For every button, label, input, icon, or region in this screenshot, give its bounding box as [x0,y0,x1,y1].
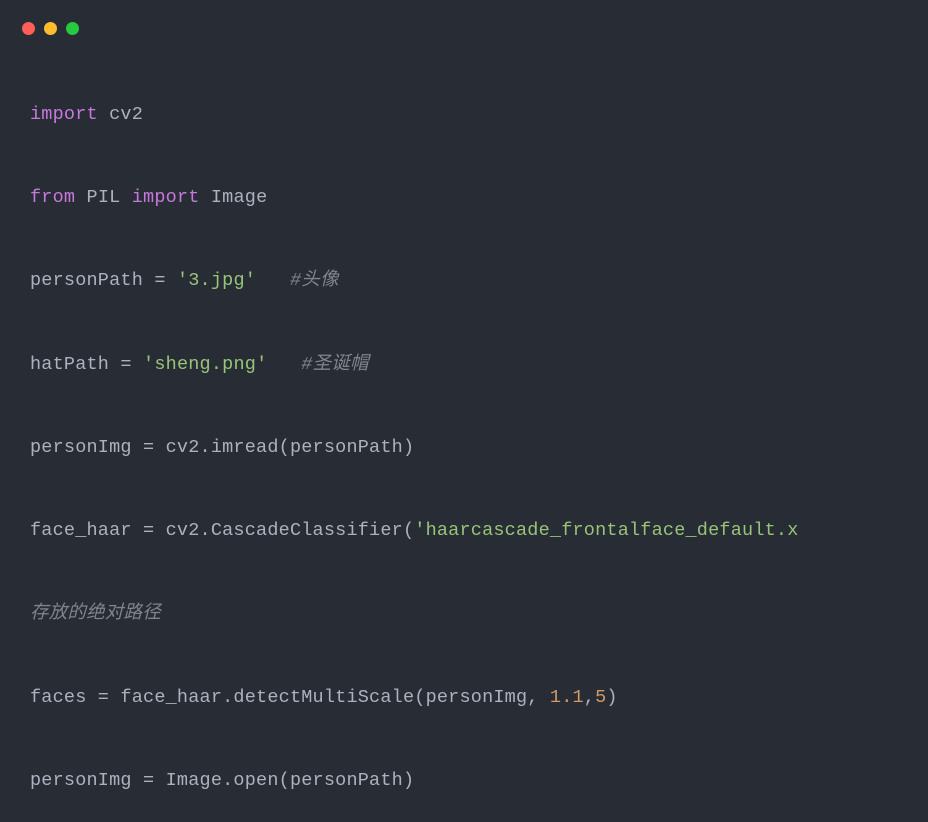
keyword: import [30,104,98,125]
code-line: personImg = cv2.imread(personPath) [30,434,928,462]
code-line: import cv2 [30,101,928,129]
code-line: faces = face_haar.detectMultiScale(perso… [30,684,928,712]
comment: #圣诞帽 [301,354,368,375]
string-literal: '3.jpg' [177,270,256,291]
code-line: hatPath = 'sheng.png' #圣诞帽 [30,351,928,379]
comment: #头像 [290,270,339,291]
comment: 存放的绝对路径 [30,603,161,624]
code-block: import cv2 from PIL import Image personP… [0,35,928,822]
keyword: import [132,187,200,208]
code-line: personImg = Image.open(personPath) [30,767,928,795]
minimize-icon[interactable] [44,22,57,35]
string-literal: 'sheng.png' [143,354,267,375]
traffic-lights [0,0,928,35]
number-literal: 5 [595,687,606,708]
code-window: import cv2 from PIL import Image personP… [0,0,928,822]
identifier: cv2 [109,104,143,125]
code-line: 存放的绝对路径 [30,600,928,628]
maximize-icon[interactable] [66,22,79,35]
string-literal: 'haarcascade_frontalface_default.x [414,520,798,541]
code-line: personPath = '3.jpg' #头像 [30,267,928,295]
number-literal: 1.1 [550,687,584,708]
code-line: from PIL import Image [30,184,928,212]
code-line: face_haar = cv2.CascadeClassifier('haarc… [30,517,928,545]
keyword: from [30,187,75,208]
close-icon[interactable] [22,22,35,35]
